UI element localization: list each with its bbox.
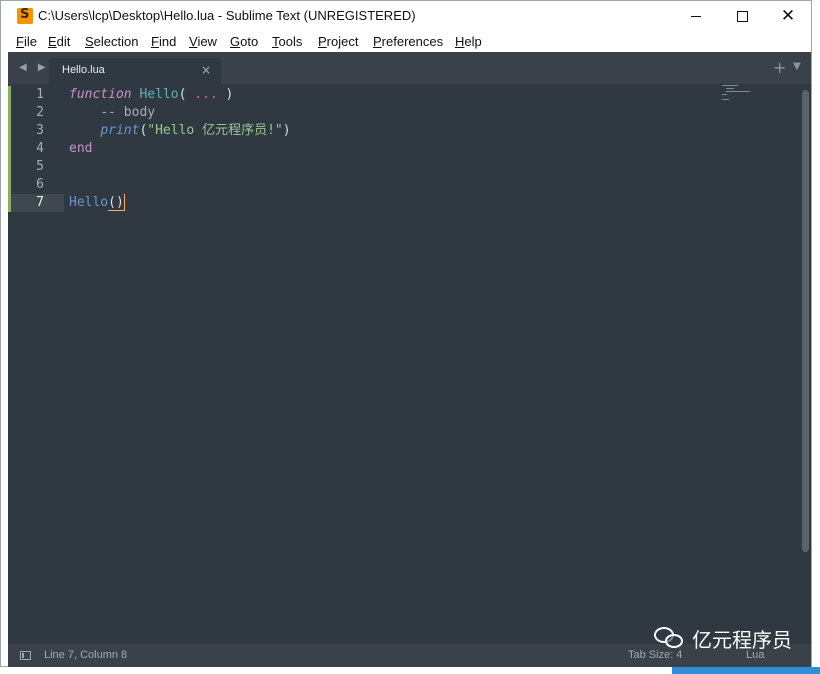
tab-list-dropdown-icon[interactable]: ▼	[793, 61, 801, 72]
line-number: 6	[36, 177, 44, 192]
line-number: 4	[36, 141, 44, 156]
token-keyword: function	[69, 87, 132, 102]
token-builtin: print	[100, 123, 140, 138]
tab-bar: ◀ ▶ Hello.lua × + ▼	[8, 52, 811, 85]
wechat-bubble-right	[665, 634, 683, 648]
token-string: "Hello 亿元程序员!"	[147, 123, 283, 138]
close-icon: ✕	[780, 5, 796, 26]
line-number: 3	[36, 123, 44, 138]
menu-find[interactable]: Find	[151, 34, 176, 49]
title-bar: C:\Users\lcp\Desktop\Hello.lua - Sublime…	[1, 1, 811, 31]
window-title: C:\Users\lcp\Desktop\Hello.lua - Sublime…	[38, 8, 416, 23]
minimize-icon	[691, 15, 701, 17]
vertical-scrollbar[interactable]	[802, 90, 809, 552]
token-function-call: Hello	[69, 195, 109, 210]
line-number-current: 7	[36, 195, 44, 210]
tab-hello-lua[interactable]: Hello.lua ×	[49, 58, 221, 85]
token-punctuation: )	[217, 87, 234, 102]
menu-view[interactable]: View	[189, 34, 217, 49]
watermark-text: 亿元程序员	[692, 627, 792, 652]
minimize-button[interactable]	[673, 1, 719, 31]
menu-help[interactable]: Help	[455, 34, 482, 49]
token-comment: -- body	[69, 105, 156, 120]
close-button[interactable]: ✕	[765, 1, 811, 31]
menu-project[interactable]: Project	[318, 34, 358, 49]
code-line-3[interactable]: print("Hello 亿元程序员!")	[69, 122, 291, 140]
code-line-2[interactable]: -- body	[69, 104, 155, 122]
menu-file[interactable]: File	[16, 34, 37, 49]
menu-preferences[interactable]: Preferences	[373, 34, 443, 49]
line-number: 2	[36, 105, 44, 120]
desktop-taskbar-edge	[672, 667, 820, 674]
minimap-line	[722, 99, 729, 100]
token-bracket-match: (	[108, 195, 116, 211]
maximize-button[interactable]	[719, 1, 765, 31]
minimap-line	[722, 94, 727, 95]
sublime-text-icon	[17, 7, 33, 24]
minimap-line	[726, 91, 750, 92]
line-number: 5	[36, 159, 44, 174]
cursor-position: Line 7, Column 8	[44, 649, 128, 661]
code-line-7[interactable]: Hello()	[69, 194, 125, 212]
panel-toggle-icon[interactable]	[20, 651, 31, 660]
token-punctuation: )	[282, 123, 291, 138]
new-tab-icon[interactable]: +	[773, 58, 786, 77]
tab-close-icon[interactable]: ×	[201, 63, 211, 77]
menu-goto[interactable]: Goto	[230, 34, 258, 49]
tab-nav-arrows-icon[interactable]: ◀ ▶	[19, 62, 50, 73]
wechat-icon	[654, 625, 684, 651]
watermark: 亿元程序员	[654, 621, 792, 655]
maximize-icon	[736, 10, 748, 22]
code-line-1[interactable]: function Hello( ... )	[69, 86, 233, 104]
app-window: C:\Users\lcp\Desktop\Hello.lua - Sublime…	[0, 0, 812, 667]
minimap[interactable]	[722, 84, 762, 104]
minimap-line	[726, 88, 734, 89]
token-bracket-match: )	[115, 195, 124, 211]
menu-selection[interactable]: Selection	[85, 34, 138, 49]
line-number: 1	[36, 87, 44, 102]
token-punctuation: (	[178, 87, 195, 102]
minimap-line	[722, 85, 738, 86]
text-cursor	[123, 194, 125, 211]
menu-edit[interactable]: Edit	[48, 34, 70, 49]
token-function-name: Hello	[139, 87, 179, 102]
editor-area[interactable]: 1 2 3 4 5 6 7 function Hello( ... ) -- b…	[8, 84, 811, 644]
token-varargs: ...	[194, 87, 218, 102]
tab-label: Hello.lua	[62, 64, 105, 76]
token-keyword: end	[69, 141, 93, 156]
code-line-4[interactable]: end	[69, 140, 92, 158]
menu-tools[interactable]: Tools	[272, 34, 302, 49]
menu-bar: File Edit Selection Find View Goto Tools…	[1, 31, 811, 52]
